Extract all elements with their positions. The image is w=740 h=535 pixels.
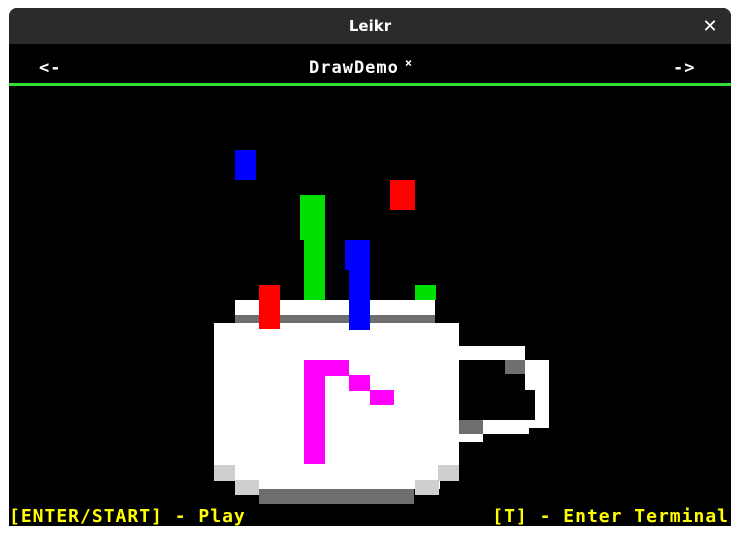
- cup-bottom-right-shade-2: [415, 480, 439, 495]
- handle-shade-top: [505, 360, 525, 374]
- steam-blue-drop: [235, 150, 256, 180]
- flag-step-1: [349, 375, 370, 391]
- game-screen[interactable]: <- DrawDemo × -> [ENTER/START] - Play [T]…: [9, 44, 731, 526]
- steam-blue-top: [345, 240, 370, 270]
- cup-body: [214, 323, 459, 473]
- leikr-window: Leikr ✕ <- DrawDemo × -> [ENTER/START] - …: [9, 8, 731, 526]
- terminal-hint: [T] - Enter Terminal: [492, 506, 729, 526]
- cup-body-lower: [235, 473, 440, 489]
- cup-base: [259, 489, 414, 504]
- steam-red-drop: [390, 180, 415, 210]
- handle-bottom: [481, 420, 529, 434]
- steam-green-small: [415, 285, 436, 300]
- header-divider: [9, 83, 731, 86]
- close-icon[interactable]: ✕: [699, 15, 721, 37]
- handle-top: [459, 346, 525, 360]
- previous-cart-button[interactable]: <-: [39, 58, 61, 78]
- cart-mark-icon: ×: [404, 56, 414, 70]
- handle-shade-bottom: [459, 420, 483, 434]
- play-hint: [ENTER/START] - Play: [9, 506, 246, 526]
- cup-bottom-left-shade: [214, 465, 235, 481]
- cup-bottom-left-shade-2: [235, 480, 259, 495]
- flag-top: [304, 360, 349, 376]
- cart-title-text: DrawDemo: [309, 58, 399, 78]
- next-cart-button[interactable]: ->: [673, 58, 695, 78]
- cart-title: DrawDemo ×: [309, 56, 414, 78]
- title-bar: Leikr ✕: [9, 8, 731, 44]
- handle-lower: [459, 434, 483, 442]
- steam-green-top: [300, 195, 325, 240]
- handle-inner-rb: [525, 390, 535, 420]
- steam-green-stick: [304, 240, 325, 300]
- steam-blue-stick: [349, 270, 370, 330]
- steam-red-stick: [259, 285, 280, 329]
- cup-bottom-right-shade: [438, 465, 459, 481]
- flag-step-2: [370, 390, 394, 405]
- window-title: Leikr: [348, 17, 392, 35]
